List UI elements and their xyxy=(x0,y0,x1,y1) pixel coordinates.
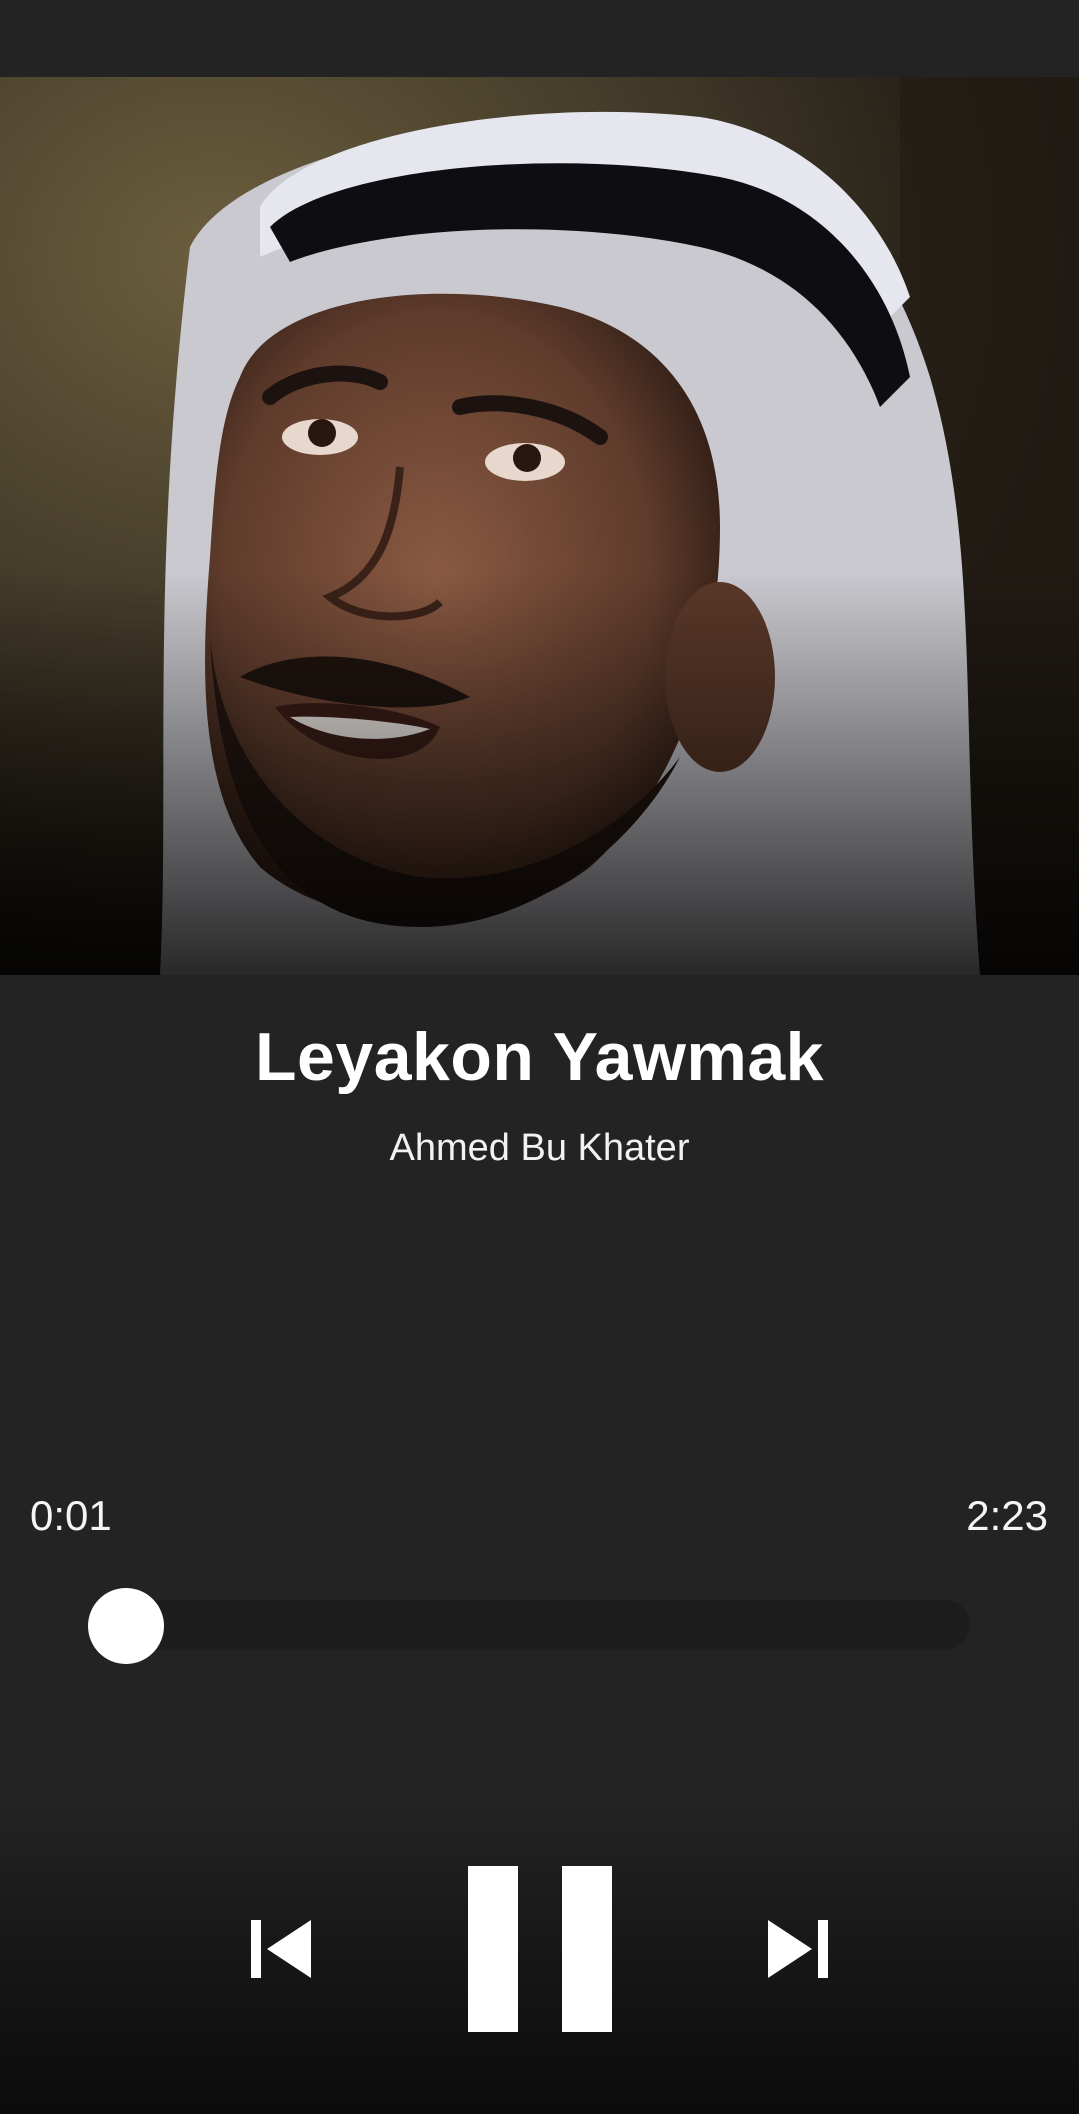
track-artist: Ahmed Bu Khater xyxy=(389,1127,690,1169)
seek-track[interactable] xyxy=(120,1600,970,1650)
seek-thumb[interactable] xyxy=(88,1588,164,1664)
next-button[interactable] xyxy=(762,1912,834,1984)
total-duration: 2:23 xyxy=(966,1492,1048,1539)
pause-button[interactable] xyxy=(460,1860,620,2032)
status-bar xyxy=(0,0,1079,77)
music-player-screen: Leyakon Yawmak Ahmed Bu Khater 0:01 2:23 xyxy=(0,0,1079,2114)
previous-button[interactable] xyxy=(243,1912,315,1984)
elapsed-time: 0:01 xyxy=(30,1492,112,1539)
seek-bar[interactable] xyxy=(120,1600,970,1650)
album-artwork xyxy=(0,77,1079,975)
pause-icon xyxy=(468,1866,612,2032)
skip-previous-icon xyxy=(251,1920,311,1978)
skip-next-icon xyxy=(768,1920,828,1978)
track-title: Leyakon Yawmak xyxy=(255,1019,824,1095)
album-artwork-image xyxy=(0,77,1079,975)
